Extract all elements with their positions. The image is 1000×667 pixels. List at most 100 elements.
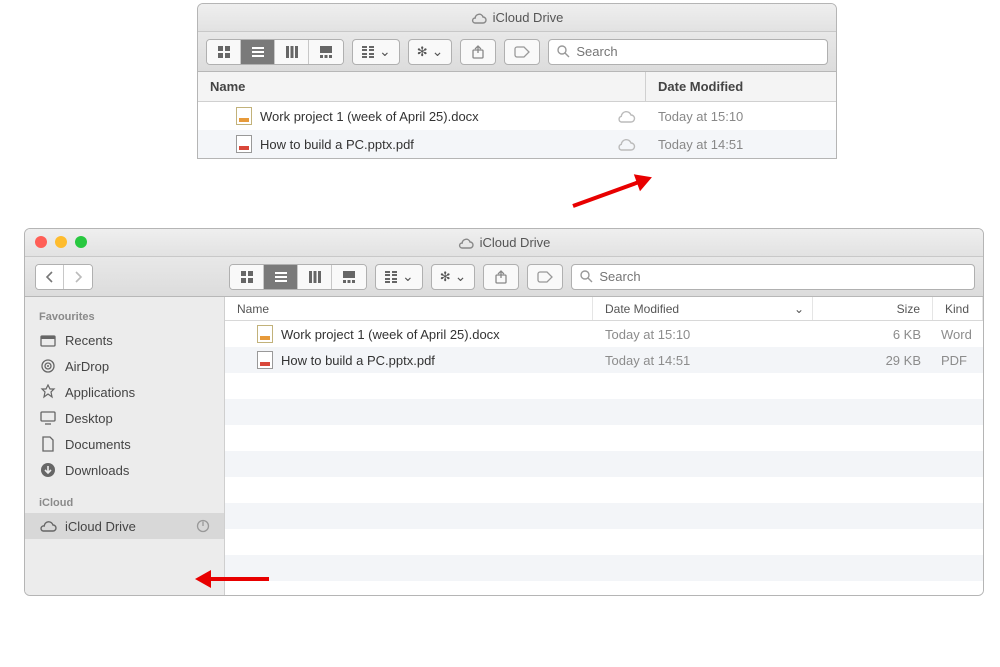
- column-header-date[interactable]: Date Modified: [646, 72, 836, 101]
- finder-body: Favourites Recents AirDrop Applications …: [25, 297, 983, 595]
- file-row[interactable]: Work project 1 (week of April 25).docx T…: [198, 102, 836, 130]
- empty-row: [225, 451, 983, 477]
- search-field[interactable]: [571, 264, 975, 290]
- chevron-down-icon: ⌄: [432, 43, 444, 60]
- sidebar-item-label: Downloads: [65, 463, 129, 478]
- search-input[interactable]: [576, 44, 819, 59]
- file-kind: PDF: [933, 353, 983, 368]
- tag-icon: [537, 271, 553, 283]
- documents-icon: [39, 436, 57, 452]
- cloud-icon: [39, 520, 57, 532]
- column-header-name[interactable]: Name: [225, 297, 593, 320]
- file-size: 29 KB: [813, 353, 933, 368]
- minimize-window-button[interactable]: [55, 236, 67, 248]
- empty-row: [225, 373, 983, 399]
- file-date: Today at 15:10: [646, 109, 836, 124]
- file-name: Work project 1 (week of April 25).docx: [260, 109, 479, 124]
- sidebar-section-favourites: Favourites: [25, 305, 224, 327]
- list-view-button[interactable]: [264, 265, 298, 289]
- empty-row: [225, 529, 983, 555]
- chevron-down-icon: ⌄: [794, 302, 812, 316]
- recents-icon: [39, 333, 57, 347]
- column-header-date[interactable]: Date Modified⌄: [593, 297, 813, 320]
- top-finder-window-cropped: iCloud Drive ⌄ ✻ ⌄ Name Date Modified: [197, 3, 837, 159]
- column-header-row: Name Date Modified⌄ Size Kind: [225, 297, 983, 321]
- close-window-button[interactable]: [35, 236, 47, 248]
- sidebar-item-label: Recents: [65, 333, 113, 348]
- icon-view-button[interactable]: [230, 265, 264, 289]
- cloud-status-icon: [606, 137, 646, 151]
- applications-icon: [39, 384, 57, 400]
- view-mode-segmented: [229, 264, 367, 290]
- cloud-icon: [471, 12, 487, 24]
- zoom-window-button[interactable]: [75, 236, 87, 248]
- tags-button[interactable]: [504, 39, 540, 65]
- search-icon: [580, 270, 593, 283]
- file-date: Today at 14:51: [646, 137, 836, 152]
- forward-button[interactable]: [64, 265, 92, 289]
- file-list: Work project 1 (week of April 25).docx T…: [225, 321, 983, 595]
- sidebar: Favourites Recents AirDrop Applications …: [25, 297, 225, 595]
- finder-window: iCloud Drive ⌄ ✻ ⌄ Favourites: [24, 228, 984, 596]
- share-button[interactable]: [460, 39, 496, 65]
- file-row[interactable]: Work project 1 (week of April 25).docx T…: [225, 321, 983, 347]
- chevron-down-icon: ⌄: [379, 43, 391, 60]
- annotation-arrow: [572, 180, 639, 208]
- docx-file-icon: [257, 325, 273, 343]
- tags-button[interactable]: [527, 264, 563, 290]
- file-date: Today at 14:51: [593, 353, 813, 368]
- sidebar-section-icloud: iCloud: [25, 491, 224, 513]
- back-button[interactable]: [36, 265, 64, 289]
- desktop-icon: [39, 411, 57, 425]
- column-header-name[interactable]: Name: [198, 72, 646, 101]
- sidebar-item-airdrop[interactable]: AirDrop: [25, 353, 224, 379]
- gallery-view-button[interactable]: [309, 40, 343, 64]
- cloud-status-icon: [606, 109, 646, 123]
- empty-row: [225, 425, 983, 451]
- action-menu-button[interactable]: ✻ ⌄: [431, 264, 476, 290]
- window-titlebar: iCloud Drive: [25, 229, 983, 257]
- sidebar-item-documents[interactable]: Documents: [25, 431, 224, 457]
- file-name: How to build a PC.pptx.pdf: [281, 353, 435, 368]
- column-view-button[interactable]: [275, 40, 309, 64]
- sidebar-item-recents[interactable]: Recents: [25, 327, 224, 353]
- sidebar-item-label: iCloud Drive: [65, 519, 136, 534]
- sidebar-item-label: Applications: [65, 385, 135, 400]
- window-title: iCloud Drive: [493, 10, 564, 25]
- pdf-file-icon: [257, 351, 273, 369]
- sidebar-item-desktop[interactable]: Desktop: [25, 405, 224, 431]
- sidebar-item-downloads[interactable]: Downloads: [25, 457, 224, 483]
- icon-view-button[interactable]: [207, 40, 241, 64]
- column-view-button[interactable]: [298, 265, 332, 289]
- sidebar-item-label: AirDrop: [65, 359, 109, 374]
- file-date: Today at 15:10: [593, 327, 813, 342]
- window-title: iCloud Drive: [480, 235, 551, 250]
- column-header-size[interactable]: Size: [813, 297, 933, 320]
- list-view-button[interactable]: [241, 40, 275, 64]
- share-icon: [495, 270, 507, 284]
- docx-file-icon: [236, 107, 252, 125]
- file-row[interactable]: How to build a PC.pptx.pdf Today at 14:5…: [225, 347, 983, 373]
- file-row[interactable]: How to build a PC.pptx.pdf Today at 14:5…: [198, 130, 836, 158]
- column-header-kind[interactable]: Kind: [933, 297, 983, 320]
- group-by-button[interactable]: ⌄: [352, 39, 400, 65]
- empty-row: [225, 399, 983, 425]
- view-mode-segmented: [206, 39, 344, 65]
- downloads-icon: [39, 462, 57, 478]
- gallery-view-button[interactable]: [332, 265, 366, 289]
- share-button[interactable]: [483, 264, 519, 290]
- sidebar-item-label: Desktop: [65, 411, 113, 426]
- sidebar-item-icloud-drive[interactable]: iCloud Drive: [25, 513, 224, 539]
- annotation-arrow: [209, 577, 269, 581]
- action-menu-button[interactable]: ✻ ⌄: [408, 39, 453, 65]
- window-titlebar: iCloud Drive: [198, 4, 836, 32]
- sidebar-item-applications[interactable]: Applications: [25, 379, 224, 405]
- tag-icon: [514, 46, 530, 58]
- sync-progress-icon: [196, 519, 210, 533]
- search-input[interactable]: [599, 269, 966, 284]
- search-field[interactable]: [548, 39, 828, 65]
- content-pane: Name Date Modified⌄ Size Kind Work proje…: [225, 297, 983, 595]
- group-by-button[interactable]: ⌄: [375, 264, 423, 290]
- search-icon: [557, 45, 570, 58]
- file-kind: Word: [933, 327, 983, 342]
